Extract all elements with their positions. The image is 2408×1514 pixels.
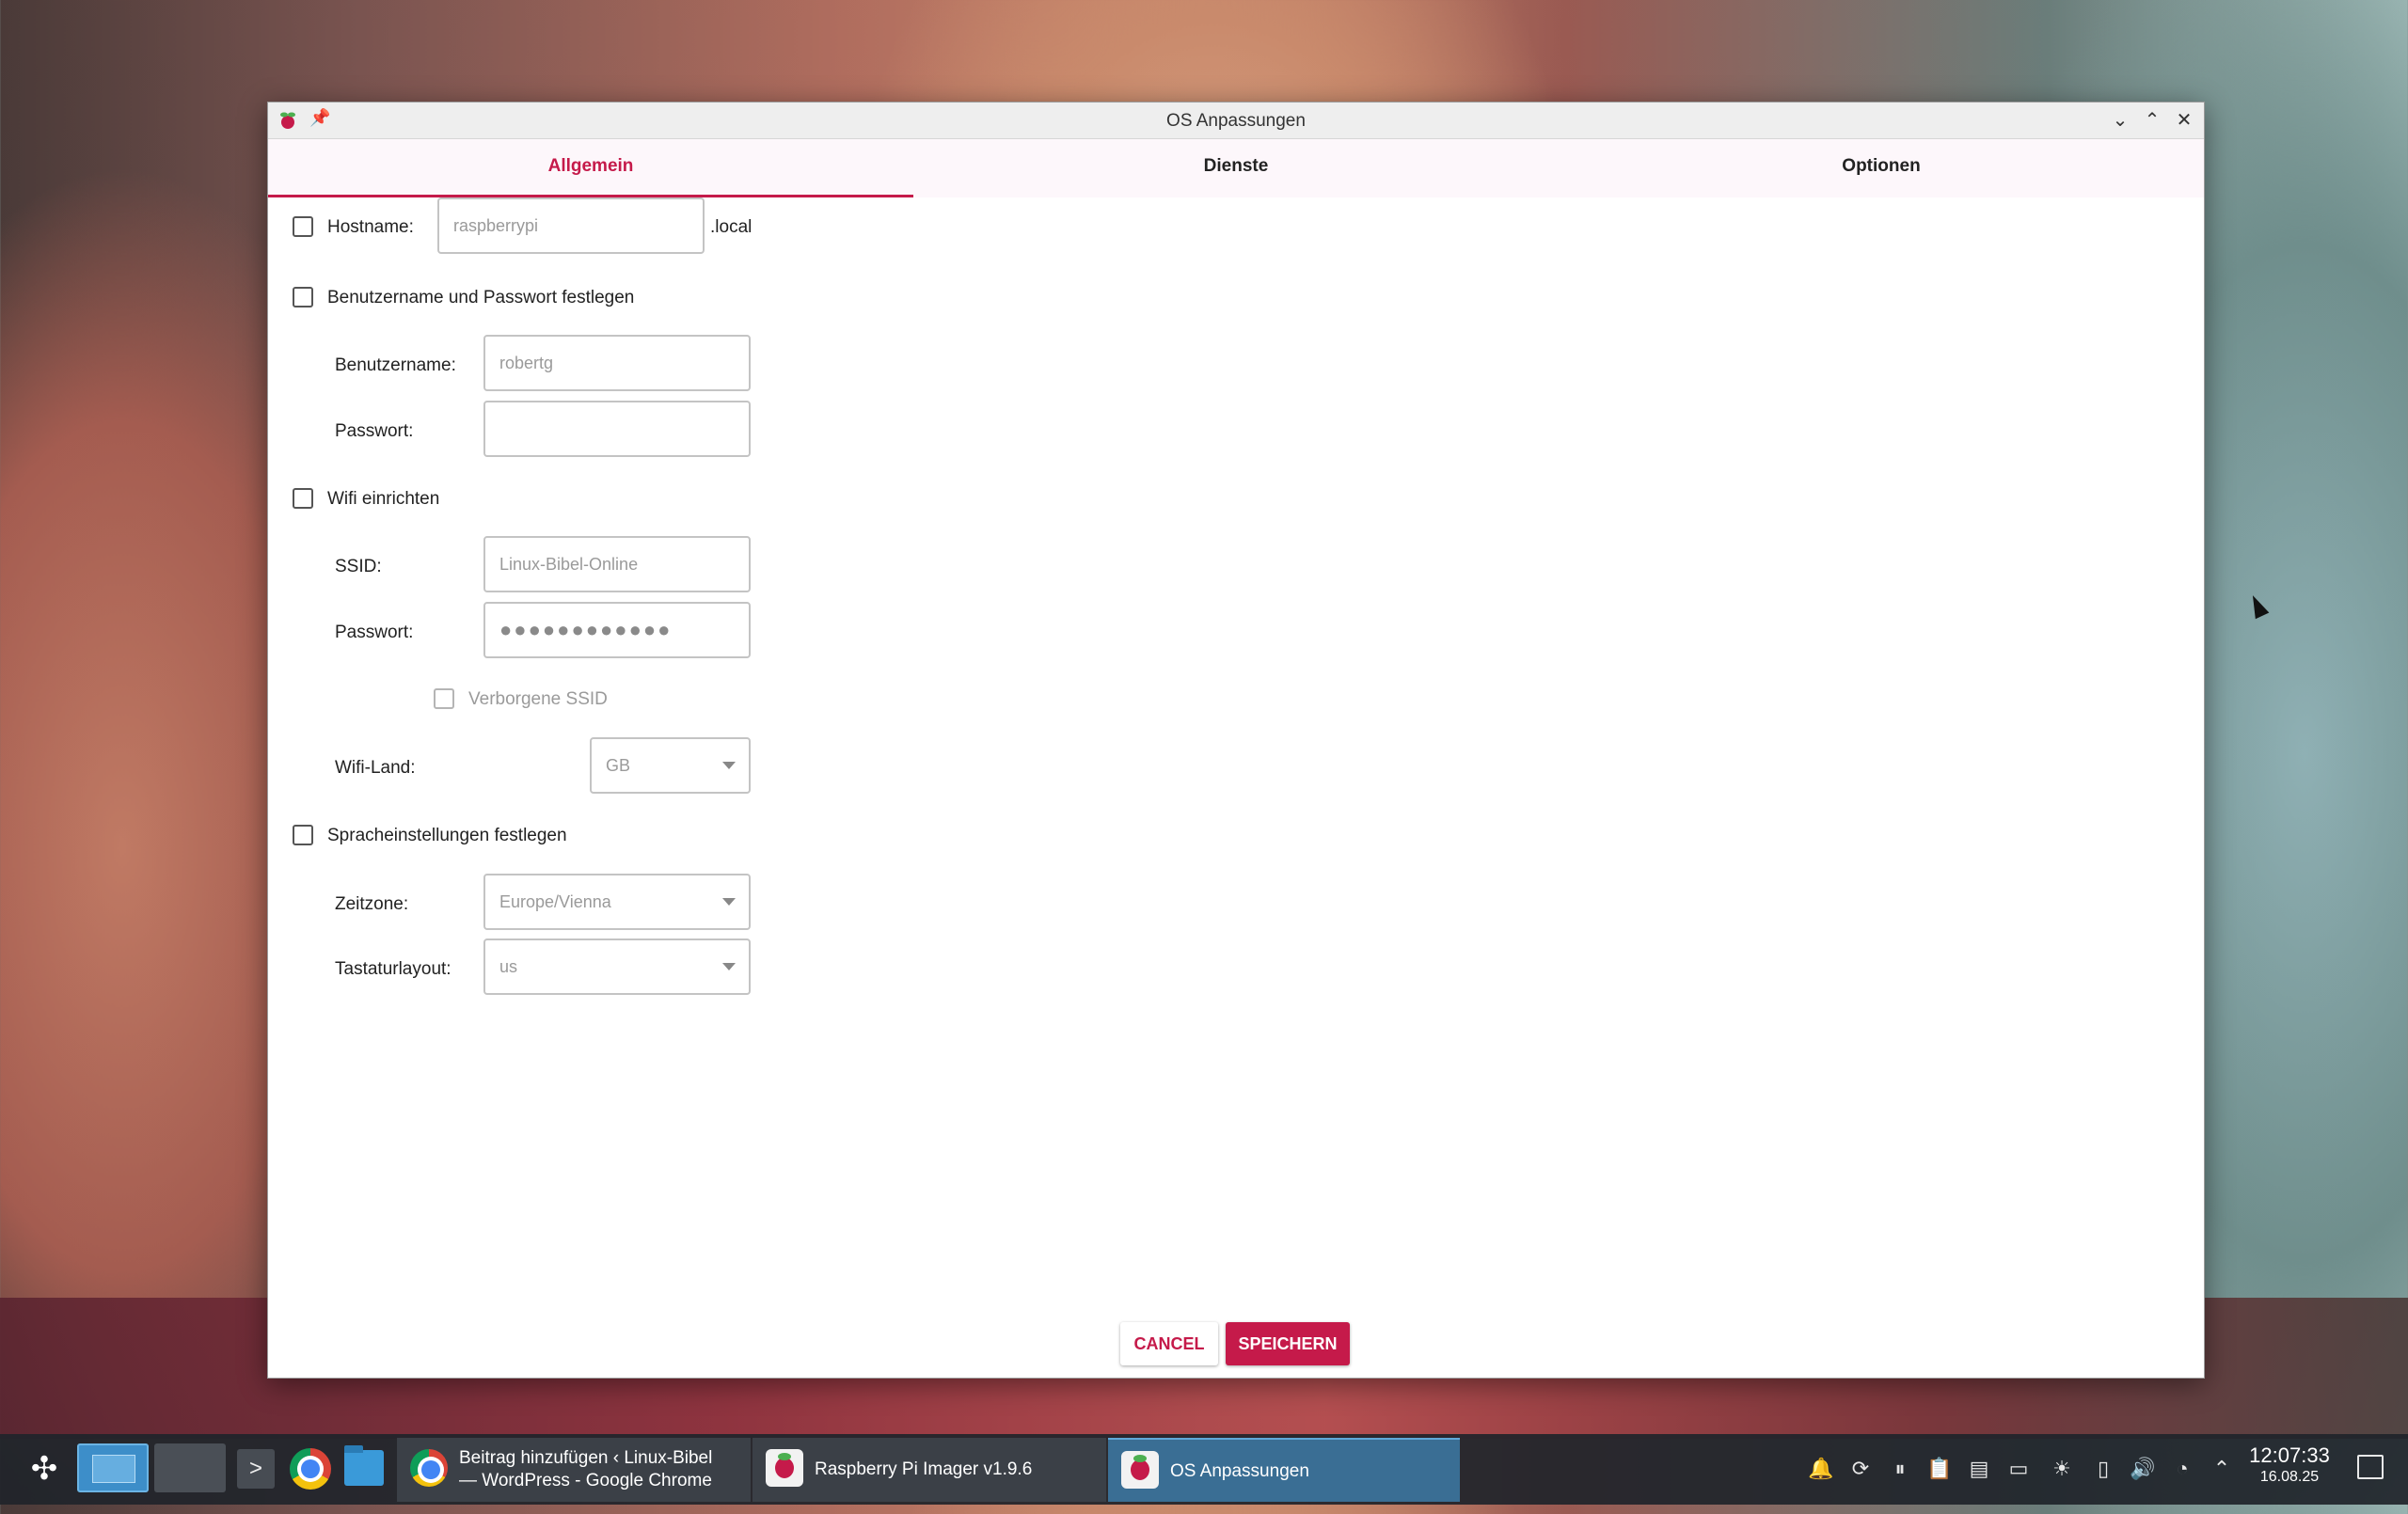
dropdown-arrow-icon [722, 898, 736, 906]
ssid-input[interactable]: Linux-Bibel-Online [483, 536, 751, 592]
keyboard-label: Tastaturlayout: [335, 959, 452, 979]
task-chrome[interactable]: Beitrag hinzufügen ‹ Linux-Bibel — WordP… [397, 1438, 751, 1502]
hidden-ssid-checkbox[interactable] [434, 688, 454, 709]
task-os-anpassungen[interactable]: OS Anpassungen [1108, 1438, 1460, 1502]
timezone-label: Zeitzone: [335, 894, 409, 914]
brightness-icon[interactable]: ☀ [2047, 1453, 2077, 1485]
timezone-value: Europe/Vienna [499, 892, 611, 911]
task-title: OS Anpassungen [1170, 1461, 1309, 1481]
task-subtitle: — WordPress - Google Chrome [459, 1471, 712, 1490]
hostname-label: Hostname: [327, 217, 414, 237]
username-input[interactable]: robertg [483, 335, 751, 391]
hostname-input[interactable]: raspberrypi [437, 197, 705, 254]
terminal-icon[interactable]: > [237, 1449, 275, 1489]
tab-dienste[interactable]: Dienste [913, 139, 1559, 197]
clipboard-icon[interactable]: 📋 [1925, 1453, 1955, 1485]
raspberry-pi-icon [766, 1449, 803, 1487]
wifi-password-input[interactable]: ●●●●●●●●●●●● [483, 602, 751, 658]
wifi-checkbox[interactable] [293, 488, 313, 509]
wifi-password-label: Passwort: [335, 623, 414, 642]
close-icon[interactable]: ✕ [2172, 108, 2196, 132]
clock-time: 12:07:33 [2249, 1443, 2330, 1467]
os-customization-dialog: 📌 OS Anpassungen ⌄ ⌃ ✕ Allgemein Dienste… [267, 102, 2205, 1379]
minimize-icon[interactable]: ⌄ [2108, 108, 2132, 132]
display-icon[interactable]: ▭ [2004, 1453, 2034, 1485]
window-title: OS Anpassungen [1166, 111, 1306, 131]
expand-tray-icon[interactable]: ⌃ [2207, 1453, 2237, 1485]
user-password-input[interactable] [483, 401, 751, 457]
taskbar: ✣ > Beitrag hinzufügen ‹ Linux-Bibel — W… [0, 1434, 2408, 1505]
virtual-desktop-2[interactable] [154, 1443, 226, 1492]
title-bar[interactable]: 📌 OS Anpassungen ⌄ ⌃ ✕ [268, 103, 2204, 139]
volume-icon[interactable]: 🔊 [2128, 1453, 2158, 1485]
wifi-label: Wifi einrichten [327, 489, 440, 509]
dropdown-arrow-icon [722, 762, 736, 769]
locale-checkbox[interactable] [293, 825, 313, 845]
wifi-country-value: GB [606, 756, 631, 775]
chrome-icon [410, 1449, 448, 1487]
ssid-label: SSID: [335, 557, 382, 576]
app-launcher-icon[interactable]: ✣ [21, 1434, 68, 1505]
keyboard-value: us [499, 957, 518, 976]
wifi-country-label: Wifi-Land: [335, 758, 416, 778]
update-icon[interactable]: ⟳ [1846, 1453, 1876, 1485]
timezone-select[interactable]: Europe/Vienna [483, 874, 751, 930]
clock[interactable]: 12:07:33 16.08.25 [2246, 1443, 2333, 1514]
user-password-field-label: Passwort: [335, 421, 414, 441]
tab-allgemein[interactable]: Allgemein [268, 139, 913, 197]
general-tab-content: Hostname: raspberrypi .local Benutzernam… [268, 197, 2204, 1326]
wifi-icon[interactable]: ◔ [2167, 1453, 2197, 1485]
notifications-icon[interactable]: 🔔 [1806, 1453, 1836, 1485]
task-raspberry-pi-imager[interactable]: Raspberry Pi Imager v1.9.6 [752, 1438, 1106, 1502]
tab-bar: Allgemein Dienste Optionen [268, 139, 2204, 197]
task-title: Raspberry Pi Imager v1.9.6 [815, 1459, 1033, 1479]
keyboard-select[interactable]: us [483, 938, 751, 995]
show-desktop-icon[interactable] [2357, 1455, 2384, 1479]
cancel-button[interactable]: CANCEL [1120, 1322, 1218, 1365]
maximize-icon[interactable]: ⌃ [2140, 108, 2164, 132]
virtual-desktop-1[interactable] [77, 1443, 149, 1492]
dropdown-arrow-icon [722, 963, 736, 970]
task-title: Beitrag hinzufügen ‹ Linux-Bibel [459, 1448, 713, 1468]
sd-card-icon[interactable]: ▤ [1964, 1453, 1994, 1485]
hostname-suffix: .local [710, 217, 752, 237]
username-label: Benutzername: [335, 355, 456, 375]
mouse-cursor-icon [2245, 591, 2270, 620]
raspberry-pi-icon [1121, 1451, 1159, 1489]
chrome-icon[interactable] [290, 1448, 331, 1490]
wifi-country-select[interactable]: GB [590, 737, 751, 794]
save-button[interactable]: SPEICHERN [1226, 1322, 1350, 1365]
user-password-label: Benutzername und Passwort festlegen [327, 288, 635, 308]
hidden-ssid-label: Verborgene SSID [468, 689, 608, 709]
tab-optionen[interactable]: Optionen [1559, 139, 2204, 197]
media-pause-icon[interactable]: ⏸ [1885, 1453, 1915, 1485]
locale-label: Spracheinstellungen festlegen [327, 826, 567, 845]
user-password-checkbox[interactable] [293, 287, 313, 308]
hostname-checkbox[interactable] [293, 216, 313, 237]
clock-date: 16.08.25 [2259, 1469, 2320, 1485]
file-manager-icon[interactable] [344, 1445, 384, 1486]
battery-icon[interactable]: ▯ [2088, 1453, 2118, 1485]
